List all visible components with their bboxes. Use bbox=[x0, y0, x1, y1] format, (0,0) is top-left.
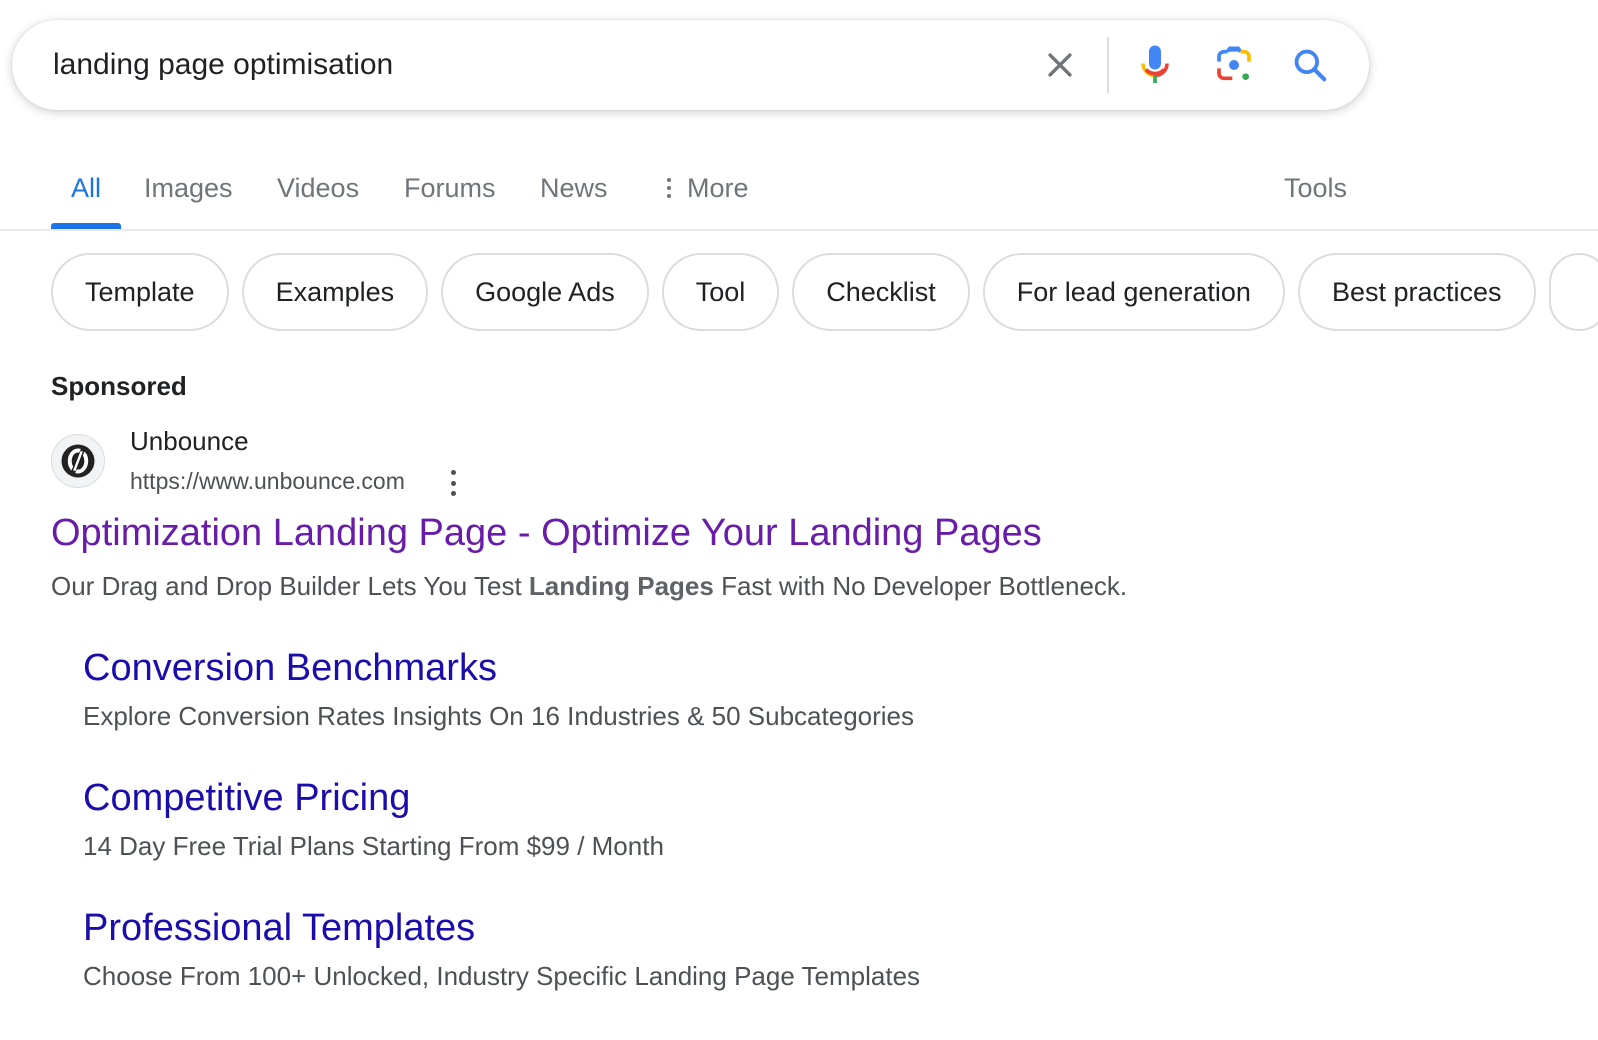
google-lens-icon[interactable] bbox=[1214, 45, 1254, 85]
tab-videos[interactable]: Videos bbox=[277, 170, 359, 206]
sitelink-conversion-benchmarks[interactable]: Conversion Benchmarks bbox=[83, 647, 497, 690]
microphone-icon[interactable] bbox=[1135, 45, 1175, 85]
tab-images[interactable]: Images bbox=[144, 170, 233, 206]
close-icon[interactable] bbox=[1040, 45, 1080, 85]
ad-description-text-end: Fast with No Developer Bottleneck. bbox=[713, 571, 1128, 601]
more-vert-icon bbox=[667, 178, 671, 198]
sponsored-label: Sponsored bbox=[51, 371, 187, 401]
tools-button[interactable]: Tools bbox=[1284, 170, 1347, 206]
ad-description: Our Drag and Drop Builder Lets You Test … bbox=[51, 571, 1127, 602]
tab-forums[interactable]: Forums bbox=[404, 170, 496, 206]
sitelink-description: 14 Day Free Trial Plans Starting From $9… bbox=[83, 831, 664, 861]
search-bar bbox=[12, 20, 1369, 110]
chip-for-lead-generation[interactable]: For lead generation bbox=[982, 253, 1285, 331]
search-input[interactable] bbox=[53, 42, 1013, 88]
chip-next-partial[interactable] bbox=[1548, 253, 1598, 331]
chip-checklist[interactable]: Checklist bbox=[792, 253, 970, 331]
chip-google-ads[interactable]: Google Ads bbox=[441, 253, 649, 331]
chip-tool[interactable]: Tool bbox=[661, 253, 780, 331]
advertiser-name[interactable]: Unbounce bbox=[130, 426, 249, 457]
search-bar-divider bbox=[1107, 37, 1109, 93]
tab-more-label: More bbox=[687, 172, 749, 203]
chip-template[interactable]: Template bbox=[51, 253, 229, 331]
sitelink-competitive-pricing[interactable]: Competitive Pricing bbox=[83, 777, 410, 820]
advertiser-url[interactable]: https://www.unbounce.com bbox=[130, 468, 405, 495]
ad-description-bold: Landing Pages bbox=[528, 571, 714, 601]
tab-news[interactable]: News bbox=[540, 170, 608, 206]
sitelink-professional-templates[interactable]: Professional Templates bbox=[83, 907, 475, 950]
search-icon[interactable] bbox=[1290, 45, 1330, 85]
unbounce-logo-icon[interactable] bbox=[51, 434, 105, 488]
tab-more[interactable]: More bbox=[667, 170, 749, 206]
more-options-icon[interactable] bbox=[445, 470, 461, 496]
ad-title-link[interactable]: Optimization Landing Page - Optimize You… bbox=[51, 512, 1042, 555]
search-tabs: All Images Videos Forums News More Tools bbox=[0, 150, 1598, 231]
refinement-chips: Template Examples Google Ads Tool Checkl… bbox=[51, 253, 1598, 331]
ad-description-text: Our Drag and Drop Builder Lets You Test bbox=[51, 571, 529, 601]
sitelink-description: Explore Conversion Rates Insights On 16 … bbox=[83, 701, 915, 731]
active-tab-indicator bbox=[51, 223, 121, 229]
search-results-page: All Images Videos Forums News More Tools… bbox=[0, 0, 1598, 1040]
chip-examples[interactable]: Examples bbox=[241, 253, 429, 331]
tab-all[interactable]: All bbox=[71, 170, 101, 206]
chip-best-practices[interactable]: Best practices bbox=[1297, 253, 1536, 331]
sitelink-description: Choose From 100+ Unlocked, Industry Spec… bbox=[83, 961, 921, 991]
